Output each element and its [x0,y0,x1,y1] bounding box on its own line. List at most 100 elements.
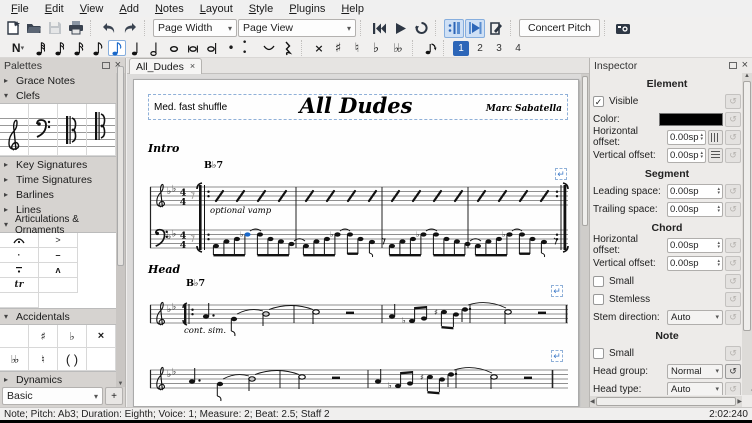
print-button[interactable] [66,19,86,38]
double-dot-button[interactable]: • • [241,40,259,56]
voffset-spinbox[interactable]: 0.00sp▴▾ [667,148,706,163]
scroll-thumb[interactable] [743,81,751,331]
voice-1-button[interactable]: 1 [453,41,469,56]
loop-playback-button[interactable] [411,19,431,38]
scroll-thumb[interactable] [596,397,737,406]
empty-cell[interactable] [0,293,39,308]
reset-chord-hoffset-button[interactable]: ↺ [725,238,741,253]
menu-plugins[interactable]: Plugins [282,2,332,16]
float-panel-icon[interactable] [102,62,110,69]
duration-64th-button[interactable] [32,40,50,56]
menu-view[interactable]: View [73,2,111,16]
play-button[interactable] [390,19,410,38]
score-tab[interactable]: All_Dudes × [129,58,202,74]
reset-voffset-button[interactable]: ↺ [725,148,741,163]
palette-item-dynamics[interactable]: ▸Dynamics [0,372,116,387]
hsnap-grid-button[interactable] [708,130,723,145]
music-notation[interactable]: ♭♭ 44 ♭ [134,80,580,407]
rest-button[interactable] [279,40,297,56]
reset-headtype-button[interactable]: ↺ [725,382,741,396]
duration-half-button[interactable] [146,40,164,56]
natural-cell[interactable]: ♮ [29,348,58,371]
reset-note-small-button[interactable]: ↺ [725,346,741,361]
duration-quarter-button[interactable] [127,40,145,56]
duration-8th-button[interactable] [89,40,107,56]
palette-item-articulations[interactable]: ▾Articulations & Ornaments [0,217,116,232]
double-sharp-button[interactable]: × [310,40,328,56]
score-vertical-scrollbar[interactable] [581,74,589,407]
selected-note[interactable] [245,232,251,236]
voice-4-button[interactable]: 4 [510,41,526,56]
reset-stemdir-button[interactable]: ↺ [725,310,741,325]
inspector-vertical-scrollbar[interactable]: ▲ ▼ [742,73,752,395]
view-mode-select[interactable]: Page View▾ [238,19,356,37]
menu-layout[interactable]: Layout [193,2,240,16]
scroll-thumb[interactable] [582,76,588,226]
close-panel-icon[interactable]: × [742,60,748,71]
concert-pitch-button[interactable]: Concert Pitch [519,19,600,37]
portato-cell[interactable] [0,263,39,278]
rewind-button[interactable] [369,19,389,38]
reset-trailing-button[interactable]: ↺ [725,202,741,217]
fermata-cell[interactable] [0,233,39,248]
alto-clef-cell[interactable] [58,104,87,156]
menu-help[interactable]: Help [334,2,371,16]
accent-cell[interactable]: > [39,233,78,248]
reset-stemless-button[interactable]: ↺ [725,292,741,307]
menu-file[interactable]: File [4,2,36,16]
chord-small-checkbox[interactable] [593,276,604,287]
palette-item-clefs[interactable]: ▾Clefs [0,88,116,103]
score-page[interactable]: Med. fast shuffle All Dudes Marc Sabatel… [133,79,579,407]
new-score-button[interactable] [3,19,23,38]
palette-item-accidentals[interactable]: ▾Accidentals [0,309,116,324]
menu-edit[interactable]: Edit [38,2,71,16]
augmentation-dot-button[interactable]: • [222,40,240,56]
undo-button[interactable] [99,19,119,38]
scroll-right-icon[interactable]: ▶ [737,398,742,405]
duration-breve-button[interactable] [184,40,202,56]
double-flat-button[interactable]: ♭♭ [386,40,408,56]
voice-3-button[interactable]: 3 [491,41,507,56]
close-tab-icon[interactable]: × [190,62,195,71]
empty-cell[interactable] [0,325,29,348]
sharp-cell[interactable]: ♯ [29,325,58,348]
palette-item-barlines[interactable]: ▸Barlines [0,187,116,202]
chord-voffset-spinbox[interactable]: 0.00sp▴▾ [667,256,723,271]
menu-style[interactable]: Style [242,2,280,16]
edit-mode-button[interactable] [486,19,506,38]
palette-item-grace-notes[interactable]: ▸Grace Notes [0,73,116,88]
duration-8th-selected-button[interactable] [108,40,126,56]
image-capture-button[interactable] [613,19,633,38]
scroll-up-icon[interactable]: ▲ [744,73,750,79]
note-input-button[interactable]: N▾ [5,39,31,58]
duration-32nd-button[interactable] [51,40,69,56]
head-type-select[interactable]: Auto▾ [667,382,723,396]
color-swatch[interactable] [659,113,723,126]
reset-chord-small-button[interactable]: ↺ [725,274,741,289]
empty-cell[interactable] [39,278,78,293]
palette-item-key-signatures[interactable]: ▸Key Signatures [0,157,116,172]
flip-direction-button[interactable] [421,40,439,56]
staccato-cell[interactable]: · [0,248,39,263]
treble-clef-cell[interactable] [0,104,29,156]
double-sharp-cell[interactable]: × [87,325,116,348]
score-canvas[interactable]: Med. fast shuffle All Dudes Marc Sabatel… [127,74,581,407]
zoom-select[interactable]: Page Width▾ [153,19,237,37]
vsnap-grid-button[interactable] [708,148,723,163]
workspace-select[interactable]: Basic▾ [2,387,103,405]
reset-headgroup-button[interactable]: ↺ [725,364,741,379]
trailing-space-spinbox[interactable]: 0.00sp▴▾ [667,202,723,217]
flat-button[interactable]: ♭ [367,40,385,56]
reset-color-button[interactable]: ↺ [725,112,741,127]
palettes-scroll-thumb[interactable] [117,66,124,266]
tie-button[interactable] [260,40,278,56]
reset-leading-button[interactable]: ↺ [725,184,741,199]
duration-longa-button[interactable] [203,40,221,56]
menu-add[interactable]: Add [112,2,146,16]
parentheses-cell[interactable]: ( ) [58,348,87,371]
reset-visible-button[interactable]: ↺ [725,94,741,109]
voice-2-button[interactable]: 2 [472,41,488,56]
tenuto-cell[interactable]: – [39,248,78,263]
float-panel-icon[interactable] [729,62,737,69]
scroll-left-icon[interactable]: ◀ [590,398,595,405]
